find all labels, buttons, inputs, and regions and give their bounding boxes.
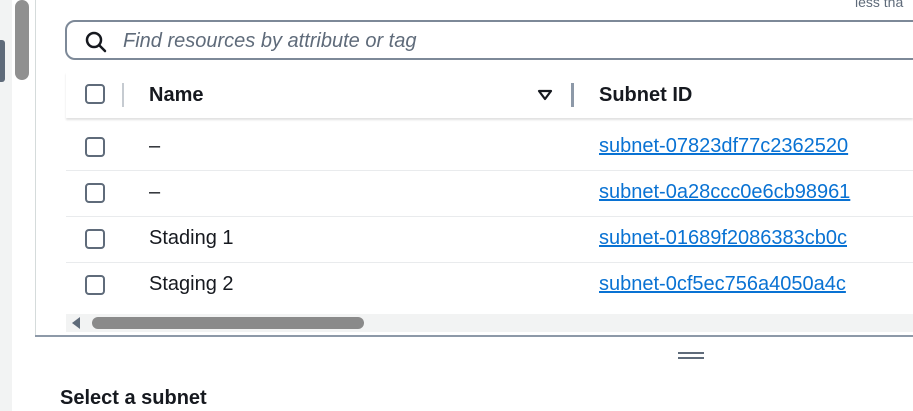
row-name: Stading 1 <box>149 227 234 249</box>
search-bar[interactable] <box>65 20 913 60</box>
panel-border <box>35 0 36 336</box>
horizontal-scrollbar-thumb[interactable] <box>92 317 364 329</box>
table-row[interactable]: – subnet-07823df77c2362520 <box>66 125 913 171</box>
table-row[interactable]: Stading 1 subnet-01689f2086383cb0c <box>66 217 913 263</box>
select-all-checkbox[interactable] <box>85 84 105 104</box>
details-panel-title: Select a subnet <box>60 387 207 409</box>
row-checkbox[interactable] <box>85 275 105 295</box>
sort-descending-icon[interactable] <box>537 89 553 101</box>
row-checkbox[interactable] <box>85 183 105 203</box>
row-checkbox[interactable] <box>85 229 105 249</box>
row-checkbox[interactable] <box>85 137 105 157</box>
row-name: – <box>149 181 161 203</box>
subnet-id-link[interactable]: subnet-0a28ccc0e6cb98961 <box>599 181 850 204</box>
search-icon <box>85 31 107 53</box>
column-header-name[interactable]: Name <box>149 84 203 107</box>
column-resize-handle[interactable] <box>571 83 574 107</box>
drag-handle-icon[interactable] <box>678 352 704 362</box>
table-header: Name Subnet ID <box>66 72 913 118</box>
table-row[interactable]: – subnet-0a28ccc0e6cb98961 <box>66 171 913 217</box>
search-input[interactable] <box>121 28 885 54</box>
column-header-subnet-id[interactable]: Subnet ID <box>599 84 692 107</box>
subnet-id-link[interactable]: subnet-07823df77c2362520 <box>599 135 848 158</box>
column-divider <box>122 83 124 107</box>
page-scrollbar-thumb[interactable] <box>15 0 29 80</box>
row-name: Staging 2 <box>149 273 234 295</box>
row-name: – <box>149 135 161 157</box>
subnet-id-link[interactable]: subnet-01689f2086383cb0c <box>599 227 847 250</box>
subnet-id-link[interactable]: subnet-0cf5ec756a4050a4c <box>599 273 846 296</box>
split-panel-divider <box>35 335 913 337</box>
scroll-left-arrow-icon[interactable] <box>72 317 80 329</box>
table-row[interactable]: Staging 2 subnet-0cf5ec756a4050a4c <box>66 263 913 308</box>
top-right-text: less tha <box>855 0 904 10</box>
side-panel-handle[interactable] <box>0 40 5 82</box>
